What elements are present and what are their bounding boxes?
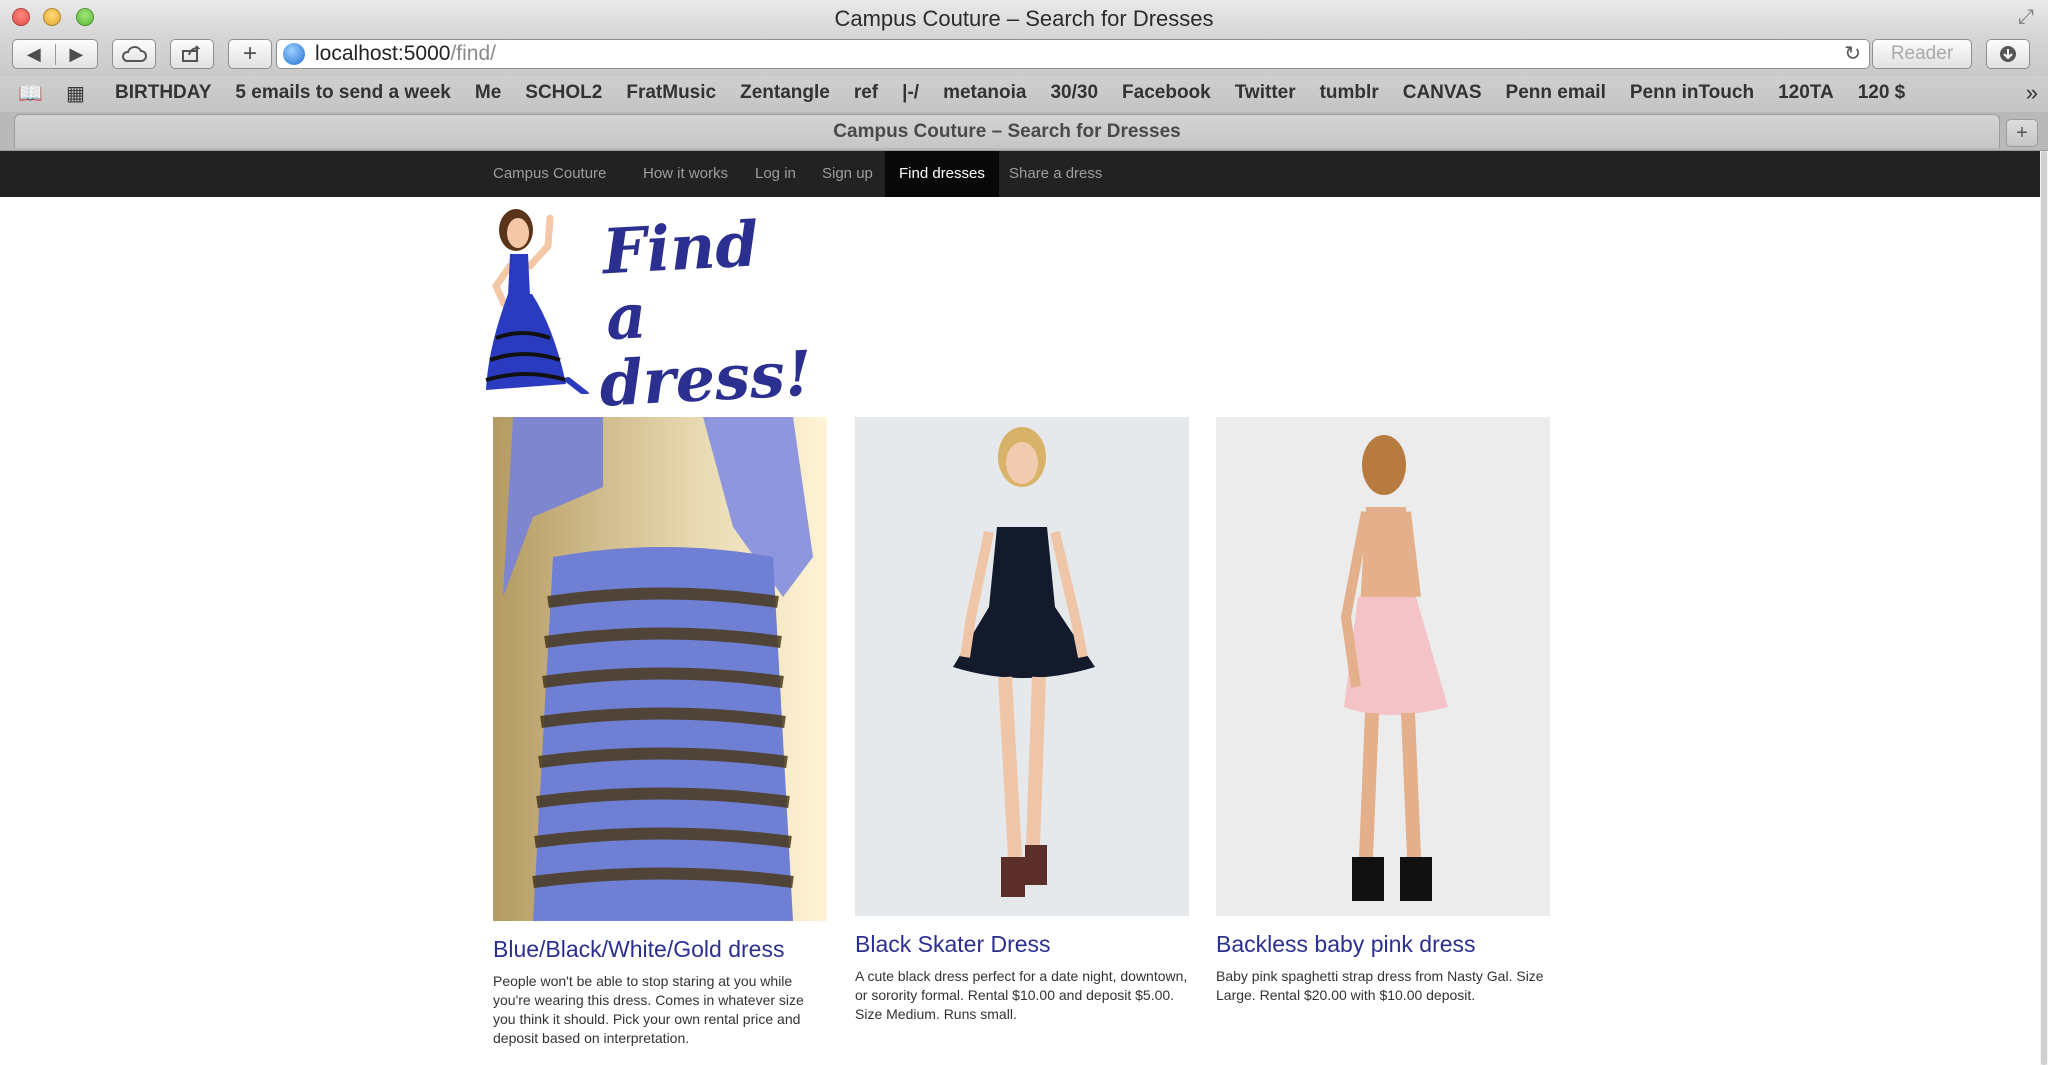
bookmark-item[interactable]: Penn inTouch (1630, 82, 1754, 104)
bookmark-item[interactable]: Facebook (1122, 82, 1211, 104)
bookmark-item[interactable]: SCHOL2 (525, 82, 602, 104)
address-bar[interactable]: localhost:5000/find/ ↻ (276, 39, 1870, 69)
scrollbar-thumb[interactable] (2041, 151, 2047, 1065)
bookmark-item[interactable]: CANVAS (1403, 82, 1482, 104)
dancing-woman-illustration (485, 209, 589, 394)
bookmark-item[interactable]: FratMusic (626, 82, 716, 104)
reading-list-icon[interactable]: 📖 (18, 81, 43, 106)
bookmark-item[interactable]: ref (854, 82, 878, 104)
downloads-button[interactable] (1986, 39, 2030, 69)
dress-photo[interactable] (855, 417, 1189, 916)
nav-log-in[interactable]: Log in (755, 151, 796, 197)
blue-black-dress-photo (493, 417, 827, 921)
find-a-dress-hero: Find a dress! (482, 206, 814, 421)
top-sites-icon[interactable]: ▦ (66, 81, 85, 106)
dress-description: People won't be able to stop staring at … (493, 973, 804, 1046)
reload-icon[interactable]: ↻ (1844, 41, 1861, 66)
window-titlebar: Campus Couture – Search for Dresses ⤢ (0, 0, 2048, 36)
backless-pink-dress-photo (1216, 417, 1550, 916)
nav-how-it-works[interactable]: How it works (643, 151, 728, 197)
bookmark-item[interactable]: |-/ (902, 82, 919, 104)
bookmark-items: BIRTHDAY 5 emails to send a week Me SCHOL2 F… (115, 82, 1929, 104)
tab-bar: Campus Couture – Search for Dresses + (0, 112, 2048, 151)
nav-sign-up[interactable]: Sign up (822, 151, 873, 197)
bookmark-item[interactable]: Me (475, 82, 501, 104)
download-icon (2000, 46, 2016, 62)
dress-card[interactable]: Backless baby pink dress Baby pink spagh… (1216, 417, 1550, 1057)
bookmark-item[interactable]: 30/30 (1050, 82, 1098, 104)
hero-title: Find a dress! (597, 207, 814, 421)
cloud-icon (121, 46, 147, 62)
bookmark-item[interactable]: 5 emails to send a week (235, 82, 450, 104)
window-title: Campus Couture – Search for Dresses (834, 6, 1214, 31)
page-scrollbar[interactable] (2040, 151, 2048, 1065)
add-tab-button[interactable]: + (2006, 119, 2038, 147)
dress-title[interactable]: Backless baby pink dress (1216, 931, 1476, 958)
share-icon (182, 45, 201, 62)
dress-photo[interactable] (1216, 417, 1550, 916)
bookmarks-bar: 📖 ▦ BIRTHDAY 5 emails to send a week Me SCH… (0, 76, 2048, 112)
brand-link[interactable]: Campus Couture (493, 151, 606, 197)
url-text[interactable]: localhost:5000/find/ (315, 42, 496, 66)
nav-find-dresses[interactable]: Find dresses (885, 151, 999, 197)
globe-icon (283, 43, 305, 65)
nav-share-a-dress[interactable]: Share a dress (1009, 151, 1102, 197)
back-forward-group: ◀ ▶ (12, 39, 98, 69)
bookmark-item[interactable]: Twitter (1235, 82, 1296, 104)
dress-description: Baby pink spaghetti strap dress from Nas… (1216, 968, 1544, 1003)
icloud-tabs-button[interactable] (112, 39, 156, 69)
bookmark-item[interactable]: BIRTHDAY (115, 82, 211, 104)
active-tab[interactable]: Campus Couture – Search for Dresses (14, 114, 2000, 148)
reader-button[interactable]: Reader (1872, 39, 1972, 69)
dress-description: A cute black dress perfect for a date ni… (855, 968, 1188, 1022)
dress-card[interactable]: Blue/Black/White/Gold dress People won't… (493, 417, 827, 1057)
dress-card[interactable]: Black Skater Dress A cute black dress pe… (855, 417, 1189, 1057)
more-bookmarks-icon[interactable]: » (2026, 80, 2038, 106)
browser-toolbar: ◀ ▶ + localhost:5000/find/ ↻ Reader (0, 36, 2048, 76)
bookmark-item[interactable]: 120 $ (1858, 82, 1906, 104)
dress-title[interactable]: Black Skater Dress (855, 931, 1051, 958)
bookmark-item[interactable]: Zentangle (740, 82, 830, 104)
dress-photo[interactable] (493, 417, 827, 921)
bookmark-item[interactable]: Penn email (1506, 82, 1606, 104)
fullscreen-icon[interactable]: ⤢ (2018, 6, 2034, 29)
black-skater-dress-photo (855, 417, 1189, 916)
bookmark-item[interactable]: metanoia (943, 82, 1026, 104)
site-navbar: Campus Couture How it works Log in Sign … (0, 151, 2040, 197)
tab-title: Campus Couture – Search for Dresses (833, 121, 1181, 142)
share-button[interactable] (170, 39, 214, 69)
forward-button[interactable]: ▶ (54, 43, 98, 65)
bookmark-item[interactable]: tumblr (1320, 82, 1379, 104)
dress-title[interactable]: Blue/Black/White/Gold dress (493, 936, 784, 963)
new-tab-button[interactable]: + (228, 39, 272, 69)
back-button[interactable]: ◀ (13, 44, 55, 65)
bookmark-item[interactable]: 120TA (1778, 82, 1834, 104)
